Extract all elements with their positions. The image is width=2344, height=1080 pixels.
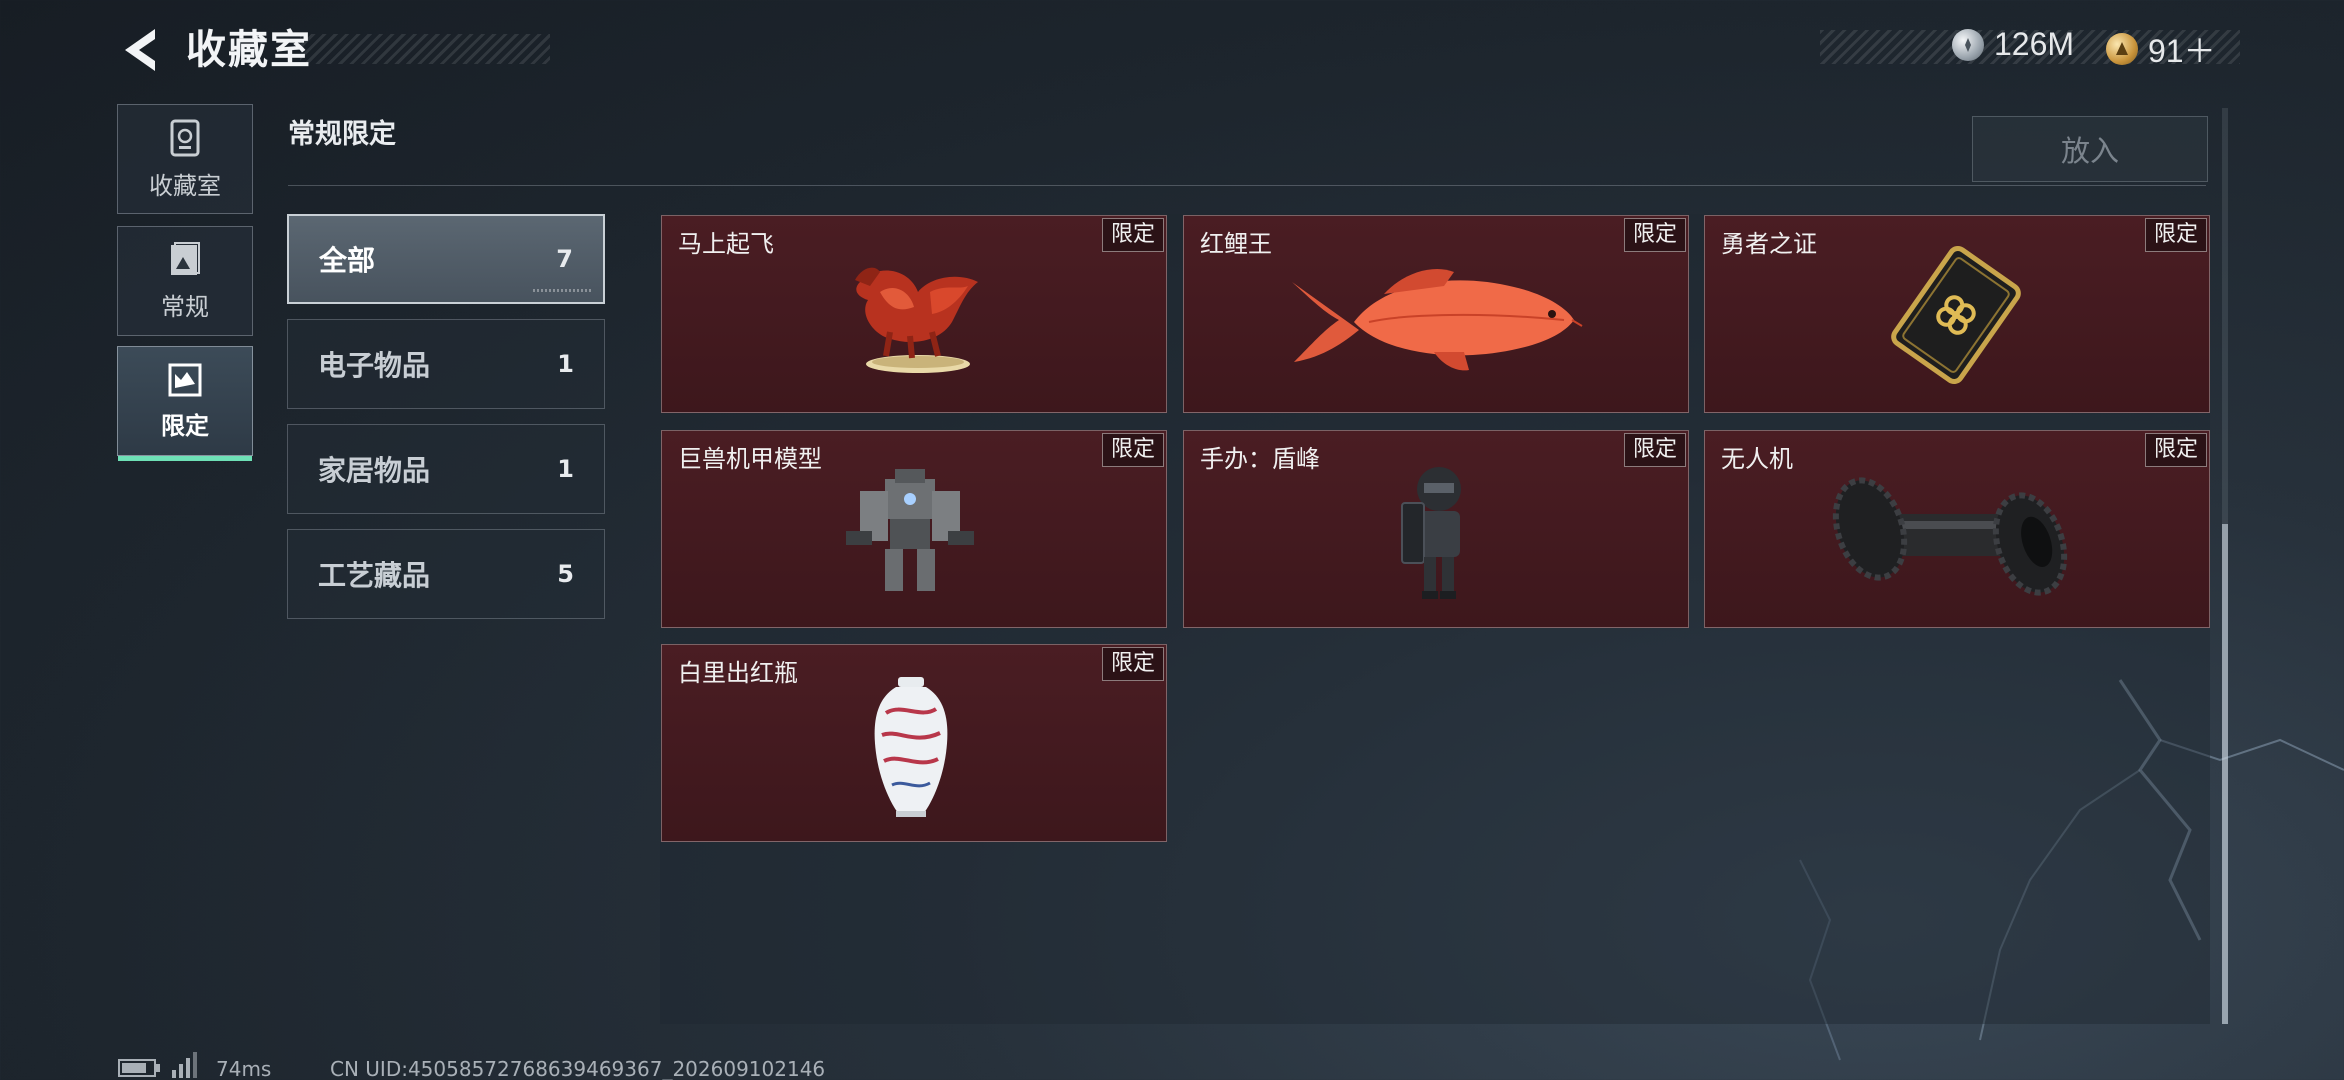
item-name: 白里出红瓶: [678, 659, 798, 687]
item-card[interactable]: 无人机 限定: [1704, 430, 2210, 628]
category-label: 全部: [319, 244, 376, 277]
category-home[interactable]: 家居物品 1: [287, 424, 605, 514]
item-name: 手办：盾峰: [1200, 445, 1320, 473]
limited-badge: 限定: [1101, 647, 1164, 681]
category-crafts[interactable]: 工艺藏品 5: [287, 529, 605, 619]
put-in-button[interactable]: 放入: [1972, 116, 2208, 182]
scrollbar-thumb[interactable]: [2222, 524, 2228, 1024]
golden-horse-icon: [855, 267, 978, 373]
limited-badge: 限定: [1623, 218, 1686, 252]
category-count: 5: [557, 560, 574, 588]
porcelain-vase-icon: [874, 677, 948, 817]
currency-gold[interactable]: 91＋: [2106, 26, 2216, 72]
nav-tab-vault[interactable]: 收藏室: [117, 104, 253, 214]
item-card[interactable]: 巨兽机甲模型 限定: [661, 430, 1167, 628]
item-name: 巨兽机甲模型: [678, 445, 822, 473]
category-count: 1: [557, 455, 574, 483]
silver-coin-icon: [1952, 28, 1984, 61]
limited-badge: 限定: [1101, 433, 1164, 467]
nav-label: 收藏室: [149, 171, 221, 200]
nav-tab-regular[interactable]: 常规: [117, 226, 253, 336]
title-decoration: [300, 34, 550, 64]
signal-icon: [172, 1052, 197, 1078]
currency-silver[interactable]: 126M: [1952, 26, 2074, 63]
category-label: 工艺藏品: [318, 559, 431, 592]
item-name: 无人机: [1721, 445, 1793, 473]
drone-part-icon: [1832, 477, 2068, 596]
category-label: 电子物品: [318, 349, 431, 382]
item-card[interactable]: 红鲤王 限定: [1183, 215, 1689, 413]
category-all[interactable]: 全部 7: [287, 214, 605, 304]
battery-icon: [118, 1059, 160, 1077]
limited-badge: 限定: [1623, 433, 1686, 467]
photo-frame-icon: [171, 241, 200, 275]
silver-amount: 126M: [1994, 26, 2075, 62]
red-carp-icon: [1292, 268, 1583, 371]
limited-badge: 限定: [2144, 433, 2207, 467]
item-name: 红鲤王: [1200, 230, 1272, 258]
item-card[interactable]: 白里出红瓶 限定: [661, 644, 1167, 842]
item-card[interactable]: 勇者之证 限定: [1704, 215, 2210, 413]
section-divider: [288, 185, 2206, 186]
section-title: 常规限定: [288, 119, 396, 150]
scrollbar[interactable]: [2222, 108, 2228, 1024]
category-electronics[interactable]: 电子物品 1: [287, 319, 605, 409]
back-arrow-icon: [125, 29, 155, 71]
category-count: 1: [557, 350, 574, 378]
gold-coin-icon: [2106, 33, 2138, 65]
item-name: 勇者之证: [1721, 230, 1817, 258]
item-card[interactable]: 手办：盾峰 限定: [1183, 430, 1689, 628]
item-card[interactable]: 马上起飞 限定: [661, 215, 1167, 413]
ping-readout: 74ms: [216, 1057, 272, 1080]
back-button[interactable]: [112, 20, 166, 80]
item-name: 马上起飞: [678, 230, 774, 258]
shield-figure-icon: [1401, 467, 1461, 599]
active-tab-indicator: [118, 456, 252, 461]
nav-label: 常规: [161, 292, 209, 321]
limited-badge: 限定: [1101, 218, 1164, 252]
limited-frame-icon: [168, 363, 202, 396]
gold-amount: 91＋: [2148, 33, 2216, 69]
page-title: 收藏室: [186, 27, 312, 73]
category-decoration: [533, 289, 591, 292]
vault-icon: [170, 119, 200, 156]
nav-tab-limited[interactable]: 限定: [117, 346, 253, 461]
limited-badge: 限定: [2144, 218, 2207, 252]
uid-readout: CN UID:4505857276863946936​7_20260910214…: [330, 1057, 826, 1080]
category-label: 家居物品: [318, 454, 431, 487]
category-count: 7: [556, 245, 573, 273]
gold-card-icon: [1891, 246, 2021, 384]
mecha-model-icon: [846, 469, 974, 591]
nav-label: 限定: [161, 411, 209, 440]
